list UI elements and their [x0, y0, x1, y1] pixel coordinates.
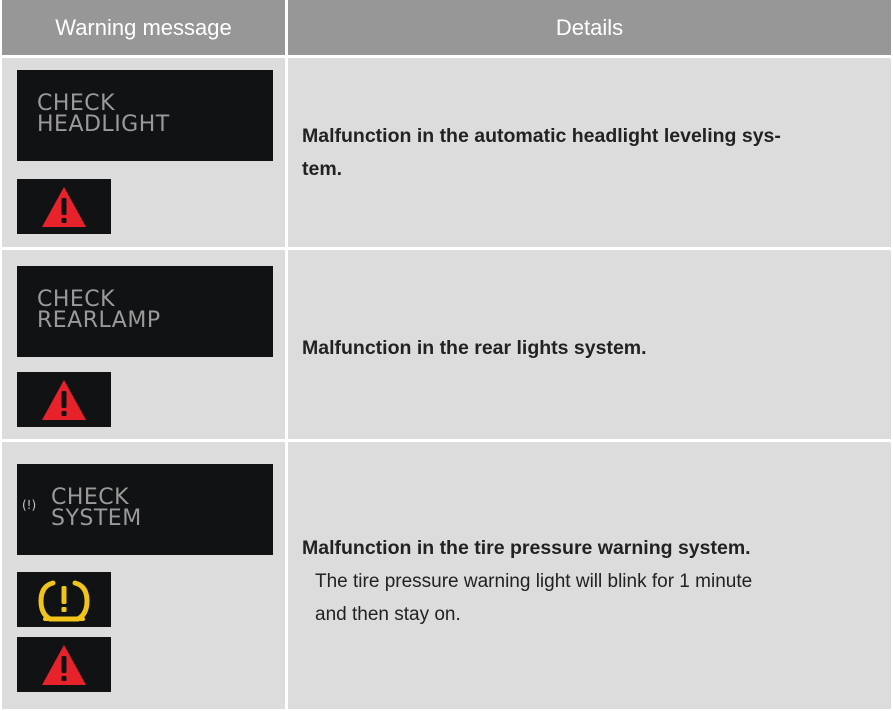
- warning-message-cell: CHECK HEADLIGHT: [2, 58, 285, 247]
- check-system-display: (!) CHECK SYSTEM: [17, 464, 273, 555]
- detail-note-line-1: The tire pressure warning light will bli…: [315, 571, 753, 592]
- red-triangle-warning-icon: [17, 179, 111, 234]
- red-triangle-warning-icon: [17, 637, 111, 692]
- details-cell: Malfunction in the tire pressure warning…: [288, 442, 891, 709]
- detail-note-line-2: and then stay on.: [315, 604, 461, 625]
- display-line-2: REARLAMP: [37, 308, 161, 333]
- tire-pressure-symbol-icon: (!): [22, 498, 37, 512]
- display-line-2: HEADLIGHT: [37, 112, 170, 137]
- table-row: (!) CHECK SYSTEM Malfunction in the tire…: [2, 442, 891, 709]
- header-details: Details: [555, 14, 624, 40]
- detail-title-line-1: Malfunction in the automatic headlight l…: [302, 125, 781, 147]
- detail-title-line-2: tem.: [302, 158, 343, 180]
- display-line-2: SYSTEM: [51, 506, 142, 531]
- tire-pressure-warning-icon: [17, 572, 111, 627]
- detail-title: Malfunction in the tire pressure warning…: [302, 537, 751, 559]
- detail-title: Malfunction in the rear lights system.: [302, 337, 647, 359]
- table-row: CHECK REARLAMP Malfunction in the rear l…: [2, 250, 891, 439]
- warning-message-cell: (!) CHECK SYSTEM: [2, 442, 285, 709]
- table-header: Warning message Details: [2, 0, 891, 55]
- table-row: CHECK HEADLIGHT Malfunction in the autom…: [2, 58, 891, 247]
- check-headlight-display: CHECK HEADLIGHT: [17, 70, 273, 161]
- warning-message-cell: CHECK REARLAMP: [2, 250, 285, 439]
- details-cell: Malfunction in the rear lights system.: [288, 250, 891, 439]
- check-rearlamp-display: CHECK REARLAMP: [17, 266, 273, 357]
- header-warning-message: Warning message: [55, 14, 232, 40]
- details-cell: Malfunction in the automatic headlight l…: [288, 58, 891, 247]
- red-triangle-warning-icon: [17, 372, 111, 427]
- warning-message-table: Warning message Details CHECK HEADLIGHT …: [2, 0, 891, 709]
